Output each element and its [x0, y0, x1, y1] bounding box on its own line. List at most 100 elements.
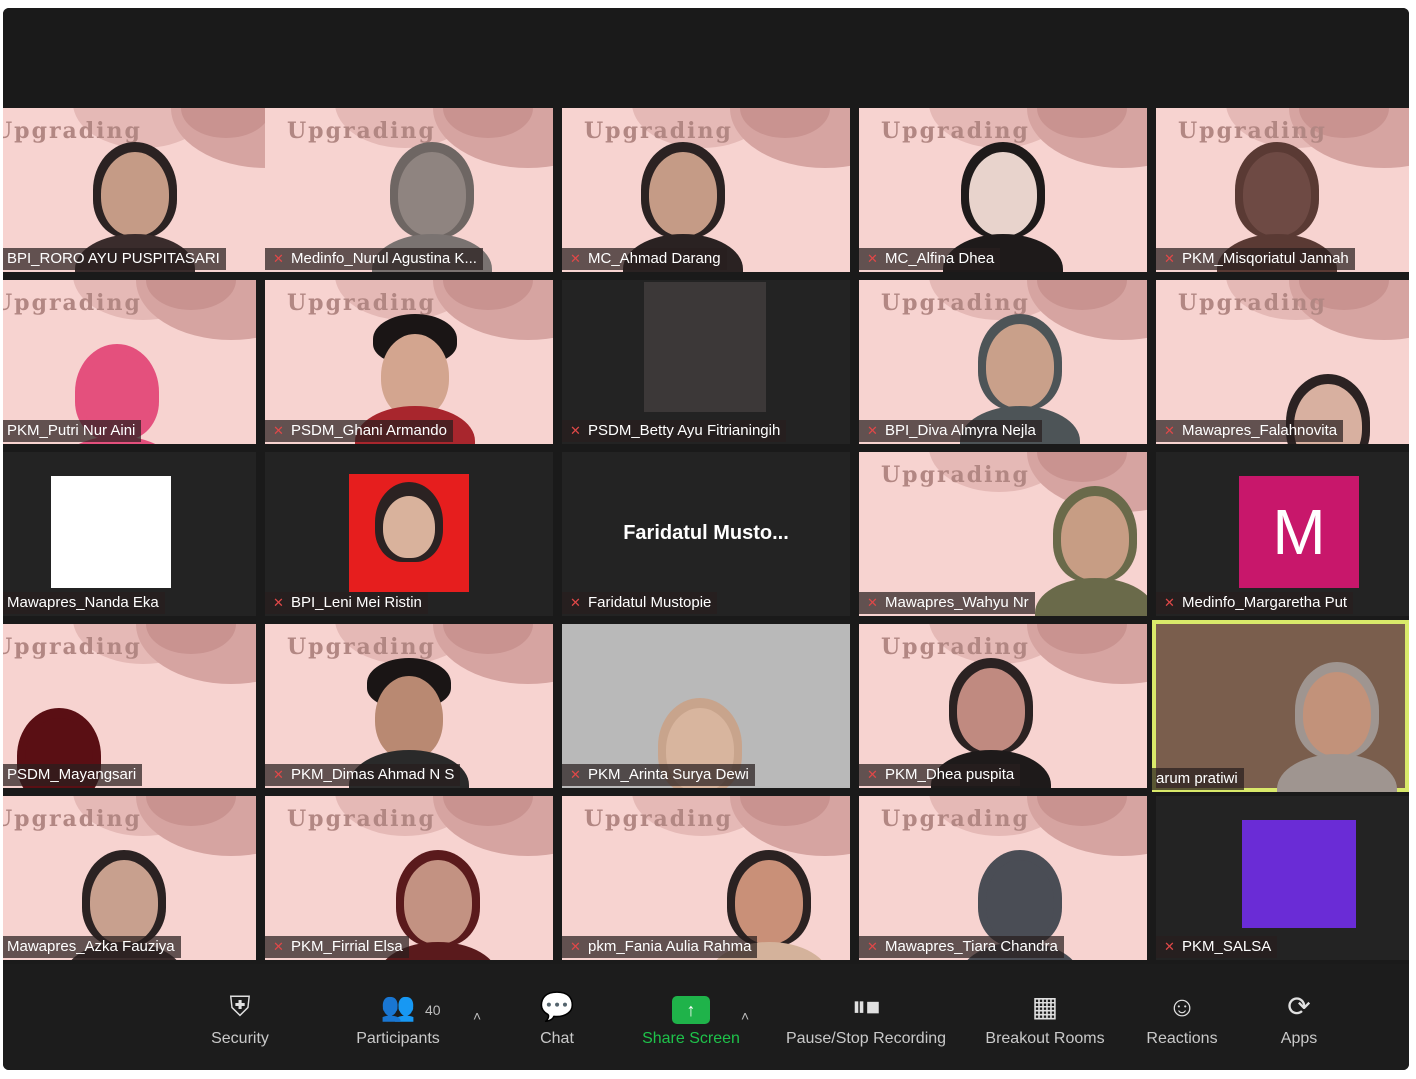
video-tile[interactable]: ✕ PSDM_Betty Ayu Fitrianingih: [562, 280, 850, 444]
banner-text: Upgrading: [287, 634, 436, 660]
pause-stop-icon: ⏸⏹: [851, 991, 880, 1022]
banner-text: Upgrading: [881, 634, 1030, 660]
mic-muted-icon: ✕: [1164, 423, 1175, 438]
banner-text: Upgrading: [881, 806, 1030, 832]
banner-text: Upgrading: [3, 290, 142, 316]
share-screen-button[interactable]: ↑ Share Screen: [633, 990, 749, 1048]
banner-text: Upgrading: [1178, 118, 1327, 144]
chat-icon: 💬: [539, 991, 575, 1022]
top-bar: [3, 8, 1409, 108]
video-tile[interactable]: ✕ BPI_Leni Mei Ristin: [265, 452, 553, 616]
participant-name: ✕ Mawapres_Wahyu Nr: [859, 592, 1035, 614]
shield-icon: ⛨: [229, 991, 251, 1022]
participant-name: ✕ PKM_Arinta Surya Dewi: [562, 764, 755, 786]
smiley-plus-icon: ☺: [1167, 991, 1197, 1022]
participant-center-name: Faridatul Musto...: [623, 522, 789, 544]
participant-name: ✕ PKM_Dhea puspita: [859, 764, 1021, 786]
participants-options-chevron-up-icon[interactable]: ˄: [473, 1008, 481, 1024]
participant-name: PSDM_Mayangsari: [3, 764, 143, 786]
video-tile[interactable]: Upgrading ✕ MC_Ahmad Darang: [562, 108, 850, 272]
participant-name: ✕ BPI_Diva Almyra Nejla: [859, 420, 1042, 442]
mic-muted-icon: ✕: [1164, 251, 1175, 266]
meeting-toolbar: ⛨ Security 👥 Participants 40 ˄ 💬 Chat ↑ …: [3, 964, 1409, 1070]
video-tile[interactable]: Mawapres_Nanda Eka: [3, 452, 256, 616]
mic-muted-icon: ✕: [273, 251, 284, 266]
video-tile[interactable]: ✕ PKM_Arinta Surya Dewi: [562, 624, 850, 788]
mic-muted-icon: ✕: [867, 595, 878, 610]
video-tile-active-speaker[interactable]: arum pratiwi: [1152, 620, 1409, 792]
banner-text: Upgrading: [881, 290, 1030, 316]
banner-text: Upgrading: [287, 290, 436, 316]
video-tile[interactable]: Upgrading ✕ PKM_Misqoriatul Jannah: [1156, 108, 1409, 272]
video-tile[interactable]: Upgrading ✕ pkm_Fania Aulia Rahma: [562, 796, 850, 960]
participants-count: 40: [425, 1002, 441, 1018]
mic-muted-icon: ✕: [1164, 939, 1175, 954]
video-tile[interactable]: Upgrading Mawapres_Azka Fauziya: [3, 796, 256, 960]
video-tile[interactable]: Upgrading PSDM_Mayangsari: [3, 624, 256, 788]
video-tile[interactable]: Faridatul Musto... ✕ Faridatul Mustopie: [562, 452, 850, 616]
participant-name: PKM_Putri Nur Aini: [3, 420, 142, 442]
banner-text: Upgrading: [3, 634, 142, 660]
banner-text: Upgrading: [584, 806, 733, 832]
video-tile[interactable]: M ✕ Medinfo_Margaretha Put: [1156, 452, 1409, 616]
banner-text: Upgrading: [584, 118, 733, 144]
video-tile[interactable]: Upgrading ✕ Mawapres_Tiara Chandra: [859, 796, 1147, 960]
mic-muted-icon: ✕: [1164, 595, 1175, 610]
chat-button[interactable]: 💬 Chat: [525, 990, 589, 1048]
participant-name: Mawapres_Nanda Eka: [3, 592, 165, 614]
video-tile[interactable]: Upgrading ✕ PKM_Dhea puspita: [859, 624, 1147, 788]
mic-muted-icon: ✕: [570, 939, 581, 954]
mic-muted-icon: ✕: [867, 423, 878, 438]
video-tile[interactable]: Upgrading ✕ PKM_Dimas Ahmad N S: [265, 624, 553, 788]
mic-muted-icon: ✕: [570, 251, 581, 266]
video-grid: Upgrading BPI_RORO AYU PUSPITASARI Upgra…: [3, 108, 1409, 964]
avatar: M: [1239, 476, 1359, 588]
participants-button[interactable]: 👥 Participants: [343, 990, 453, 1048]
apps-icon: ⟳: [1287, 991, 1311, 1022]
video-tile[interactable]: Upgrading BPI_RORO AYU PUSPITASARI: [3, 108, 291, 272]
banner-text: Upgrading: [1178, 290, 1327, 316]
participant-name: ✕ pkm_Fania Aulia Rahma: [562, 936, 758, 958]
participant-name: ✕ PKM_Dimas Ahmad N S: [265, 764, 461, 786]
mic-muted-icon: ✕: [570, 423, 581, 438]
video-tile[interactable]: ✕ PKM_SALSA: [1156, 796, 1409, 960]
video-tile[interactable]: Upgrading ✕ MC_Alfina Dhea: [859, 108, 1147, 272]
video-tile[interactable]: Upgrading ✕ Medinfo_Nurul Agustina K...: [265, 108, 553, 272]
participant-name: ✕ PSDM_Ghani Armando: [265, 420, 453, 442]
mic-muted-icon: ✕: [570, 595, 581, 610]
mic-muted-icon: ✕: [273, 595, 284, 610]
participant-name: ✕ PSDM_Betty Ayu Fitrianingih: [562, 420, 787, 442]
banner-text: Upgrading: [881, 462, 1030, 488]
mic-muted-icon: ✕: [867, 939, 878, 954]
mic-muted-icon: ✕: [867, 251, 878, 266]
mic-muted-icon: ✕: [273, 939, 284, 954]
video-tile[interactable]: Upgrading ✕ PSDM_Ghani Armando: [265, 280, 553, 444]
apps-button[interactable]: ⟳ Apps: [1269, 990, 1329, 1048]
video-tile[interactable]: Upgrading PKM_Putri Nur Aini: [3, 280, 256, 444]
participant-name: ✕ PKM_SALSA: [1156, 936, 1278, 958]
participant-name: ✕ PKM_Firrial Elsa: [265, 936, 409, 958]
participant-name: ✕ BPI_Leni Mei Ristin: [265, 592, 428, 614]
video-tile[interactable]: Upgrading ✕ PKM_Firrial Elsa: [265, 796, 553, 960]
banner-text: Upgrading: [3, 806, 142, 832]
participant-name: ✕ Mawapres_Falahnovita: [1156, 420, 1344, 442]
participant-name: ✕ MC_Alfina Dhea: [859, 248, 1001, 270]
participant-name: Mawapres_Azka Fauziya: [3, 936, 181, 958]
breakout-rooms-button[interactable]: ▦ Breakout Rooms: [975, 990, 1115, 1048]
pause-stop-recording-button[interactable]: ⏸⏹ Pause/Stop Recording: [773, 990, 959, 1048]
participant-name: arum pratiwi: [1152, 768, 1244, 790]
mic-muted-icon: ✕: [867, 767, 878, 782]
share-screen-icon: ↑: [672, 996, 710, 1024]
security-button[interactable]: ⛨ Security: [203, 990, 277, 1048]
mic-muted-icon: ✕: [273, 423, 284, 438]
participant-name: BPI_RORO AYU PUSPITASARI: [3, 248, 226, 270]
participant-name: ✕ Medinfo_Nurul Agustina K...: [265, 248, 483, 270]
video-tile[interactable]: Upgrading ✕ Mawapres_Wahyu Nr: [859, 452, 1147, 616]
grid-icon: ▦: [1031, 991, 1059, 1022]
banner-text: Upgrading: [287, 806, 436, 832]
participant-name: ✕ Faridatul Mustopie: [562, 592, 718, 614]
share-options-chevron-up-icon[interactable]: ˄: [741, 1008, 749, 1024]
reactions-button[interactable]: ☺ Reactions: [1137, 990, 1227, 1048]
video-tile[interactable]: Upgrading ✕ BPI_Diva Almyra Nejla: [859, 280, 1147, 444]
video-tile[interactable]: Upgrading ✕ Mawapres_Falahnovita: [1156, 280, 1409, 444]
